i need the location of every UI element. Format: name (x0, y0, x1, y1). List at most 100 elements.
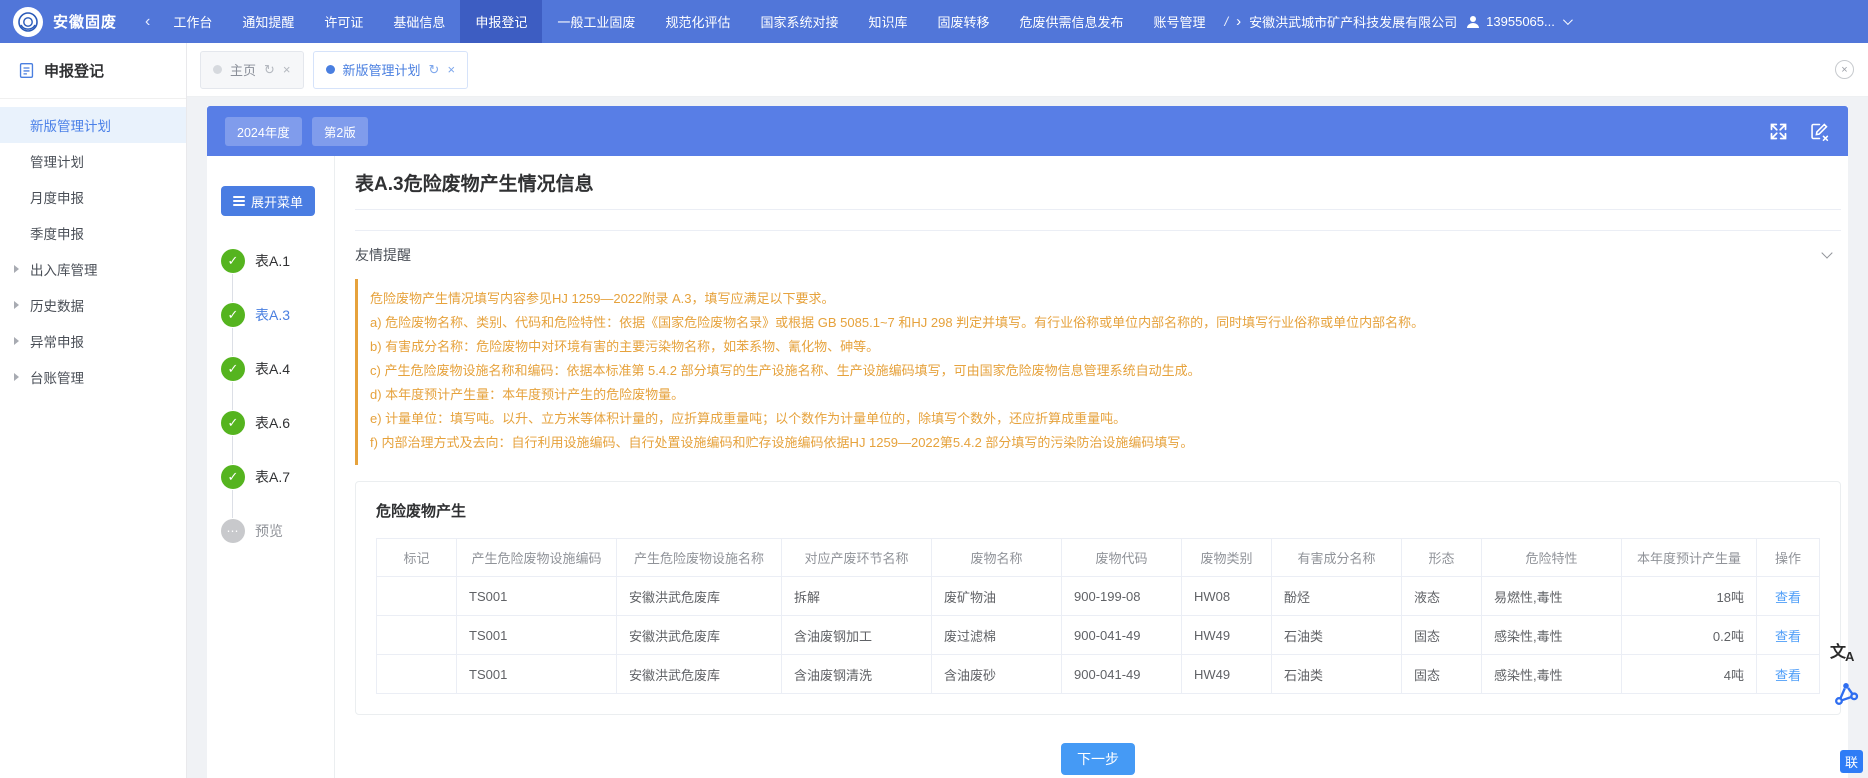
check-icon: ✓ (221, 411, 245, 435)
step-table-a4[interactable]: ✓ 表A.4 (207, 342, 334, 396)
sidebar-item-monthly-declaration[interactable]: 月度申报 (0, 179, 186, 215)
sidebar-item-inout-warehouse[interactable]: 出入库管理 (0, 251, 186, 287)
translate-icon[interactable]: 文A (1830, 638, 1862, 670)
tab-home[interactable]: 主页 ↻ × (200, 51, 304, 89)
form-area: 表A.3危险废物产生情况信息 友情提醒 危险废物产生情况填写内容参见HJ 125… (335, 156, 1853, 778)
menu-item-standard-assessment[interactable]: 规范化评估 (650, 0, 745, 43)
expand-menu-button[interactable]: 展开菜单 (221, 186, 315, 216)
notice-line: 危险废物产生情况填写内容参见HJ 1259—2022附录 A.3，填写应满足以下… (370, 287, 1831, 311)
menu-bars-icon (233, 196, 245, 206)
top-navbar: 安徽固废 ‹ 工作台 通知提醒 许可证 基础信息 申报登记 一般工业固废 规范化… (0, 0, 1868, 43)
fullscreen-icon[interactable] (1768, 121, 1789, 142)
menu-item-license[interactable]: 许可证 (309, 0, 378, 43)
check-icon: ✓ (221, 249, 245, 273)
menu-item-declaration[interactable]: 申报登记 (460, 0, 542, 43)
check-icon: ✓ (221, 465, 245, 489)
notice-line: c) 产生危险废物设施名称和编码：依据本标准第 5.4.2 部分填写的生产设施名… (370, 359, 1831, 383)
tab-refresh-icon[interactable]: ↻ (429, 62, 440, 78)
check-icon: ✓ (221, 303, 245, 327)
notice-line: a) 危险废物名称、类别、代码和危险特性：依据《国家危险废物名录》或根据 GB … (370, 311, 1831, 335)
table-row: TS001 安徽洪武危废库 拆解 废矿物油 900-199-08 HW08 酚烃… (377, 577, 1820, 616)
sidebar-menu: 新版管理计划 管理计划 月度申报 季度申报 出入库管理 历史数据 异常申报 台账… (0, 99, 186, 395)
network-share-icon[interactable] (1832, 680, 1862, 710)
nav-scroll-right-icon[interactable]: › (1236, 13, 1241, 30)
sidebar-item-history-data[interactable]: 历史数据 (0, 287, 186, 323)
sidebar-item-new-management-plan[interactable]: 新版管理计划 (0, 107, 186, 143)
view-link[interactable]: 查看 (1775, 629, 1801, 644)
check-icon: ✓ (221, 357, 245, 381)
view-link[interactable]: 查看 (1775, 590, 1801, 605)
sidebar-header: 申报登记 (0, 43, 186, 99)
tab-actions-icon[interactable]: × (1835, 60, 1854, 79)
tab-close-icon[interactable]: × (283, 62, 291, 77)
content-card: 2024年度 第2版 展开菜单 ✓ (207, 106, 1848, 778)
menu-item-knowledge-base[interactable]: 知识库 (853, 0, 922, 43)
main-menu: 工作台 通知提醒 许可证 基础信息 申报登记 一般工业固废 规范化评估 国家系统… (158, 0, 1220, 43)
sidebar-item-abnormal-declaration[interactable]: 异常申报 (0, 323, 186, 359)
section-title: 危险废物产生 (376, 500, 1820, 521)
sidebar-item-management-plan[interactable]: 管理计划 (0, 143, 186, 179)
friendly-reminder-content: 危险废物产生情况填写内容参见HJ 1259—2022附录 A.3，填写应满足以下… (355, 279, 1841, 465)
menu-item-waste-transfer[interactable]: 固废转移 (922, 0, 1004, 43)
tab-new-management-plan[interactable]: 新版管理计划 ↻ × (313, 51, 469, 89)
menu-item-account[interactable]: 账号管理 (1139, 0, 1221, 43)
view-link[interactable]: 查看 (1775, 668, 1801, 683)
table-row: TS001 安徽洪武危废库 含油废钢加工 废过滤棉 900-041-49 HW4… (377, 616, 1820, 655)
menu-overflow-fragment: / (1225, 14, 1229, 29)
notice-line: b) 有害成分名称：危险废物中对环境有害的主要污染物名称，如苯系物、氰化物、砷等… (370, 335, 1831, 359)
tab-status-dot (213, 65, 222, 74)
step-list: ✓ 表A.1 ✓ 表A.3 ✓ 表A.4 ✓ 表A.6 ✓ 表A.7 (207, 234, 334, 558)
notice-line: e) 计量单位：填写吨。以升、立方米等体积计量的，应折算成重量吨；以个数作为计量… (370, 407, 1831, 431)
step-table-a3[interactable]: ✓ 表A.3 (207, 288, 334, 342)
menu-item-industrial-waste[interactable]: 一般工业固废 (542, 0, 650, 43)
step-preview[interactable]: ⋯ 预览 (207, 504, 334, 558)
step-table-a6[interactable]: ✓ 表A.6 (207, 396, 334, 450)
nav-collapse-left-icon[interactable]: ‹ (145, 13, 150, 31)
expand-arrow-icon (14, 301, 19, 309)
tab-strip: 主页 ↻ × 新版管理计划 ↻ × × (187, 43, 1868, 97)
sidebar: 申报登记 新版管理计划 管理计划 月度申报 季度申报 出入库管理 历史数据 异常… (0, 43, 187, 778)
notice-line: d) 本年度预计产生量：本年度预计产生的危险废物量。 (370, 383, 1831, 407)
waste-generation-section: 危险废物产生 标记 产生危险废物设施编码 产生危险废物设施名称 对应产废环节名称 (355, 481, 1841, 715)
user-icon (1465, 14, 1481, 30)
user-area[interactable]: 安徽洪武城市矿产科技发展有限公司 13955065... (1249, 12, 1570, 31)
steps-panel: 展开菜单 ✓ 表A.1 ✓ 表A.3 ✓ 表A.4 ✓ 表A.6 (207, 156, 335, 778)
document-icon (18, 62, 35, 79)
friendly-reminder-panel: 友情提醒 危险废物产生情况填写内容参见HJ 1259—2022附录 A.3，填写… (355, 230, 1841, 465)
tab-status-dot (326, 65, 335, 74)
sidebar-item-quarterly-declaration[interactable]: 季度申报 (0, 215, 186, 251)
step-table-a1[interactable]: ✓ 表A.1 (207, 234, 334, 288)
friendly-reminder-header[interactable]: 友情提醒 (355, 231, 1841, 279)
table-header-row: 标记 产生危险废物设施编码 产生危险废物设施名称 对应产废环节名称 废物名称 废… (377, 539, 1820, 577)
sidebar-item-ledger-management[interactable]: 台账管理 (0, 359, 186, 395)
tab-close-icon[interactable]: × (447, 62, 455, 77)
step-table-a7[interactable]: ✓ 表A.7 (207, 450, 334, 504)
menu-item-workbench[interactable]: 工作台 (158, 0, 227, 43)
chevron-down-icon (1563, 15, 1573, 25)
menu-item-supply-demand[interactable]: 危废供需信息发布 (1005, 0, 1139, 43)
expand-arrow-icon (14, 265, 19, 273)
contact-badge[interactable]: 联 (1840, 750, 1863, 773)
plan-header-bar: 2024年度 第2版 (207, 106, 1848, 156)
company-name: 安徽洪武城市矿产科技发展有限公司 (1249, 12, 1457, 31)
menu-item-notifications[interactable]: 通知提醒 (227, 0, 309, 43)
app-logo-icon (13, 7, 43, 37)
edit-cancel-icon[interactable] (1809, 121, 1830, 142)
waste-table: 标记 产生危险废物设施编码 产生危险废物设施名称 对应产废环节名称 废物名称 废… (376, 538, 1820, 694)
ellipsis-icon: ⋯ (221, 519, 245, 543)
tab-refresh-icon[interactable]: ↻ (264, 62, 275, 78)
notice-line: f) 内部治理方式及去向：自行利用设施编码、自行处置设施编码和贮存设施编码依据H… (370, 431, 1831, 455)
expand-arrow-icon (14, 337, 19, 345)
divider (355, 209, 1841, 210)
table-row: TS001 安徽洪武危废库 含油废钢清洗 含油废砂 900-041-49 HW4… (377, 655, 1820, 694)
next-step-button[interactable]: 下一步 (1061, 743, 1135, 775)
sidebar-title: 申报登记 (44, 60, 104, 81)
page-title: 表A.3危险废物产生情况信息 (355, 172, 1841, 197)
menu-item-national-system[interactable]: 国家系统对接 (745, 0, 853, 43)
year-badge: 2024年度 (225, 117, 302, 146)
chevron-down-icon (1821, 247, 1832, 258)
menu-item-basic-info[interactable]: 基础信息 (378, 0, 460, 43)
version-badge: 第2版 (312, 117, 368, 146)
app-title: 安徽固废 (53, 11, 117, 32)
user-phone: 13955065... (1486, 14, 1555, 29)
